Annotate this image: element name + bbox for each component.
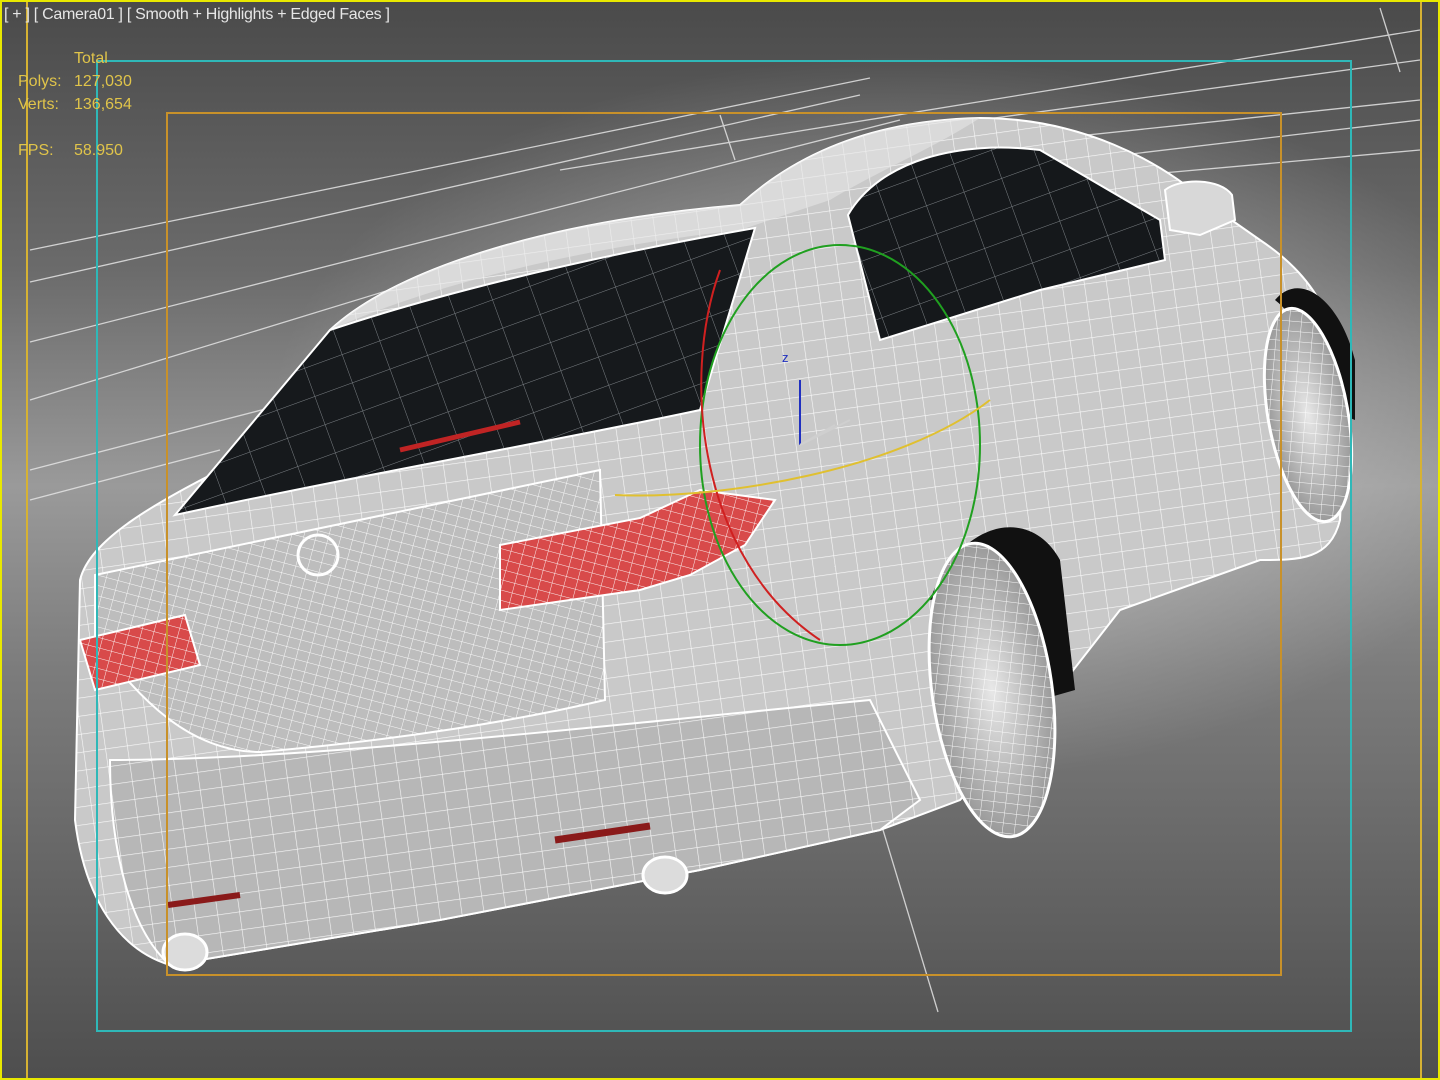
viewport-label-bar[interactable]: [ + ] [ Camera01 ] [ Smooth + Highlights… (4, 6, 390, 24)
gizmo-z-label: z (782, 350, 789, 365)
exhaust-pipe-left (161, 932, 209, 972)
verts-label: Verts: (18, 96, 59, 113)
verts-value: 136,654 (74, 96, 132, 113)
polys-value: 127,030 (74, 73, 132, 90)
stats-header: Total (74, 50, 108, 67)
polys-label: Polys: (18, 73, 62, 90)
exhaust-pipe-right (641, 855, 689, 895)
car-wireframe-scene[interactable]: z (0, 0, 1440, 1080)
viewport-shading-menu[interactable]: [ Smooth + Highlights + Edged Faces ] (127, 6, 390, 23)
viewport-point-of-view-menu[interactable]: [ Camera01 ] (34, 6, 123, 23)
viewport-general-menu[interactable]: [ + ] (4, 6, 30, 23)
3d-viewport[interactable]: z [ + ] [ Camera01 ] [ Smooth + Highligh… (0, 0, 1440, 1080)
fps-label: FPS: (18, 142, 54, 159)
car-model[interactable] (73, 116, 1366, 972)
fps-value: 58.950 (74, 142, 123, 159)
